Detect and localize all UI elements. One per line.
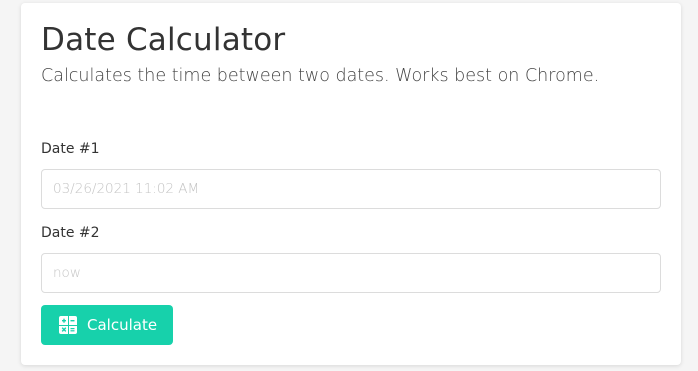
calculate-button-label: Calculate — [87, 316, 158, 334]
date2-label: Date #2 — [41, 225, 100, 241]
calculator-icon — [59, 316, 77, 334]
page-title: Date Calculator — [41, 22, 286, 58]
date1-input[interactable] — [41, 169, 661, 209]
date-calculator-card: Date Calculator Calculates the time betw… — [21, 3, 681, 365]
page-subtitle: Calculates the time between two dates. W… — [41, 66, 600, 86]
calculate-button[interactable]: Calculate — [41, 305, 174, 345]
date2-input[interactable] — [41, 253, 661, 293]
date1-label: Date #1 — [41, 141, 100, 157]
